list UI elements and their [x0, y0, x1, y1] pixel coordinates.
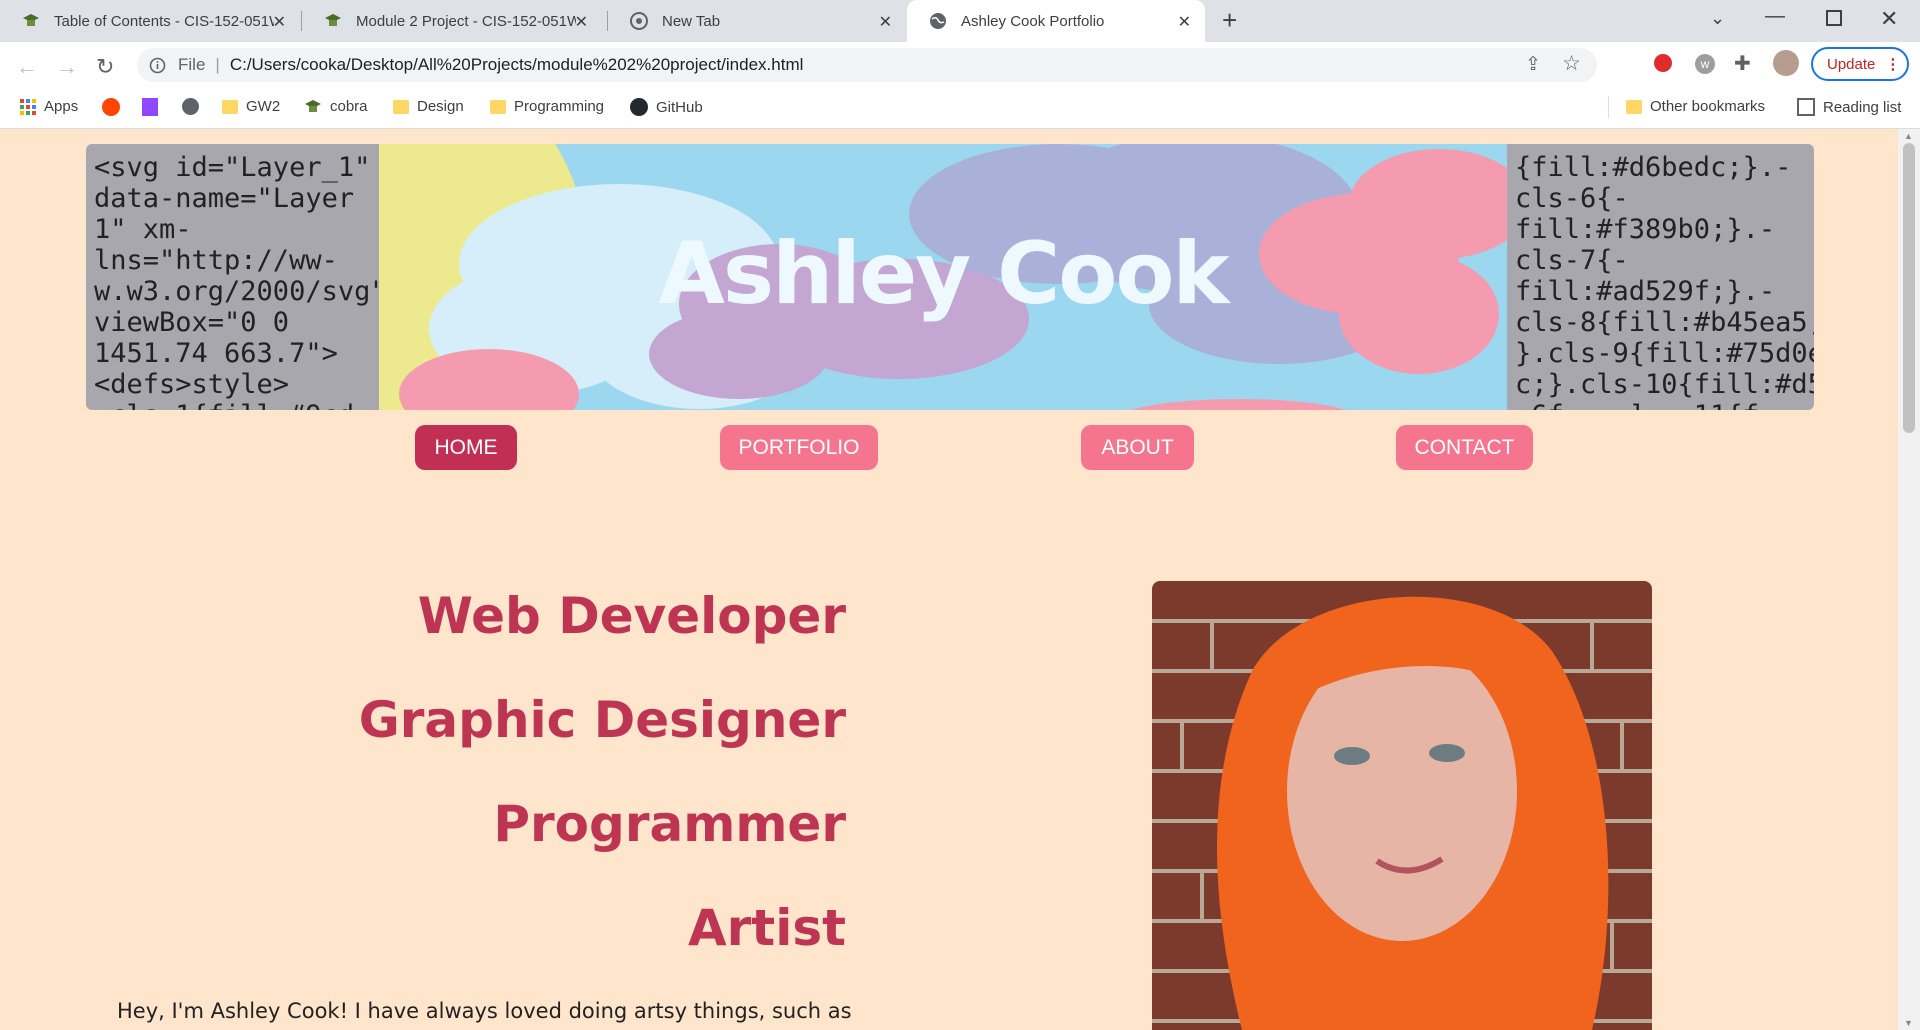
- close-icon[interactable]: ✕: [879, 12, 892, 32]
- bookmark-label: Other bookmarks: [1650, 98, 1766, 115]
- reload-icon[interactable]: ↻: [96, 54, 114, 80]
- tab-search-icon[interactable]: ⌄: [1710, 8, 1725, 29]
- bookmark-github[interactable]: GitHub: [630, 98, 703, 116]
- scroll-up-arrow-icon[interactable]: ▲: [1904, 131, 1913, 141]
- graduation-cap-icon: [305, 99, 321, 112]
- close-icon[interactable]: ✕: [1178, 12, 1191, 32]
- new-tab-button[interactable]: +: [1222, 5, 1237, 36]
- globe-icon: [930, 13, 946, 29]
- folder-icon: [490, 99, 506, 114]
- browser-tab-strip: Table of Contents - CIS-152-051W ✕ Modul…: [0, 0, 1920, 42]
- folder-icon: [1626, 99, 1642, 114]
- close-icon[interactable]: ✕: [575, 12, 588, 32]
- bookmark-folder-programming[interactable]: Programming: [490, 98, 604, 115]
- avatar[interactable]: [1773, 50, 1799, 76]
- graduation-cap-icon: [325, 14, 341, 26]
- hero-name: Ashley Cook: [658, 224, 1229, 324]
- bookmark-folder-gw2[interactable]: GW2: [222, 98, 280, 115]
- menu-dots-icon: ⋮: [1885, 56, 1901, 73]
- portrait-illustration: [1152, 581, 1652, 1030]
- bookmarks-bar: Apps GW2 cobra Design Programming GitHub…: [0, 88, 1920, 129]
- tab-title: New Tab: [662, 12, 721, 30]
- role-web-developer: Web Developer: [417, 587, 846, 645]
- role-programmer: Programmer: [493, 795, 846, 853]
- bio-text: Hey, I'm Ashley Cook! I have always love…: [117, 999, 852, 1023]
- scheme-label: File: [178, 55, 206, 74]
- minimize-icon[interactable]: —: [1765, 5, 1785, 28]
- scroll-down-arrow-icon[interactable]: ▼: [1904, 1018, 1913, 1028]
- browser-tab[interactable]: Module 2 Project - CIS-152-051W ✕: [302, 0, 602, 42]
- url-text: C:/Users/cooka/Desktop/All%20Projects/mo…: [229, 55, 804, 74]
- scrollbar-thumb[interactable]: [1903, 143, 1915, 433]
- browser-tab[interactable]: Table of Contents - CIS-152-051W ✕: [0, 0, 300, 42]
- back-icon[interactable]: ←: [16, 54, 38, 80]
- reddit-icon: [102, 98, 120, 116]
- bookmarks-divider: [1608, 96, 1609, 118]
- nav-contact[interactable]: CONTACT: [1396, 425, 1533, 470]
- banner-sky-illustration: Ashley Cook: [379, 144, 1507, 410]
- globe-icon: [182, 98, 199, 115]
- apps-grid-icon: [20, 98, 36, 115]
- svg-code-text-right: {fill:#d6bedc;}.- cls-6{- fill:#f389b0;}…: [1515, 152, 1814, 410]
- nav-portfolio[interactable]: PORTFOLIO: [720, 425, 878, 470]
- bookmark-label: Programming: [514, 98, 605, 115]
- nav-about[interactable]: ABOUT: [1081, 425, 1194, 470]
- folder-icon: [222, 99, 238, 114]
- reading-list-button[interactable]: Reading list: [1797, 98, 1901, 116]
- tab-title: Table of Contents - CIS-152-051W: [54, 12, 274, 30]
- puzzle-icon[interactable]: ✚: [1734, 51, 1751, 76]
- github-icon: [630, 98, 648, 116]
- svg-code-text-left: <svg id="Layer_1" data-name="Layer 1" xm…: [94, 152, 387, 410]
- bookmark-twitch[interactable]: [142, 98, 158, 116]
- share-icon[interactable]: ⇪: [1525, 53, 1541, 76]
- profile-photo: [1152, 581, 1652, 1030]
- tab-title: Module 2 Project - CIS-152-051W: [356, 12, 576, 30]
- twitch-icon: [142, 98, 158, 116]
- reading-list-label: Reading list: [1823, 98, 1902, 116]
- browser-tab[interactable]: New Tab ✕: [608, 0, 906, 42]
- header-banner: <svg id="Layer_1" data-name="Layer 1" xm…: [86, 144, 1814, 410]
- forward-icon[interactable]: →: [56, 54, 78, 80]
- bookmark-apps[interactable]: Apps: [20, 98, 78, 115]
- bookmark-reddit[interactable]: [102, 98, 120, 116]
- bookmark-label: GW2: [246, 98, 281, 115]
- update-button[interactable]: Update ⋮: [1811, 47, 1909, 81]
- address-divider: |: [215, 55, 220, 74]
- browser-toolbar: ← → ↻ File | C:/Users/cooka/Desktop/All%…: [0, 42, 1920, 88]
- bookmark-cobra[interactable]: cobra: [304, 98, 368, 115]
- chrome-icon: [630, 12, 648, 30]
- tab-title: Ashley Cook Portfolio: [961, 12, 1105, 30]
- nav-home[interactable]: HOME: [415, 425, 517, 470]
- bookmark-star-icon[interactable]: ☆: [1562, 51, 1581, 76]
- vertical-scrollbar[interactable]: ▲ ▼: [1898, 129, 1920, 1030]
- reading-list-icon: [1797, 98, 1815, 116]
- folder-icon: [393, 99, 409, 114]
- bookmark-label: Apps: [44, 98, 79, 115]
- close-window-icon[interactable]: ✕: [1880, 6, 1898, 32]
- info-icon[interactable]: [149, 57, 166, 74]
- bookmark-label: GitHub: [656, 98, 703, 116]
- bookmark-label: Design: [417, 98, 464, 115]
- browser-tab-active[interactable]: Ashley Cook Portfolio ✕: [907, 0, 1205, 42]
- extension-icon[interactable]: [1654, 54, 1672, 72]
- bookmark-label: cobra: [330, 98, 368, 115]
- graduation-cap-icon: [23, 14, 39, 26]
- bookmark-folder-design[interactable]: Design: [393, 98, 464, 115]
- role-graphic-designer: Graphic Designer: [358, 691, 846, 749]
- address-bar[interactable]: File | C:/Users/cooka/Desktop/All%20Proj…: [137, 48, 1597, 82]
- restore-icon[interactable]: [1826, 10, 1842, 26]
- role-artist: Artist: [687, 899, 846, 957]
- bookmark-other[interactable]: Other bookmarks: [1626, 98, 1765, 115]
- extension-w-icon[interactable]: w: [1695, 54, 1715, 74]
- page-content: <svg id="Layer_1" data-name="Layer 1" xm…: [0, 129, 1898, 1030]
- close-icon[interactable]: ✕: [273, 12, 286, 32]
- update-label: Update: [1827, 55, 1876, 73]
- bookmark-globe[interactable]: [182, 98, 199, 115]
